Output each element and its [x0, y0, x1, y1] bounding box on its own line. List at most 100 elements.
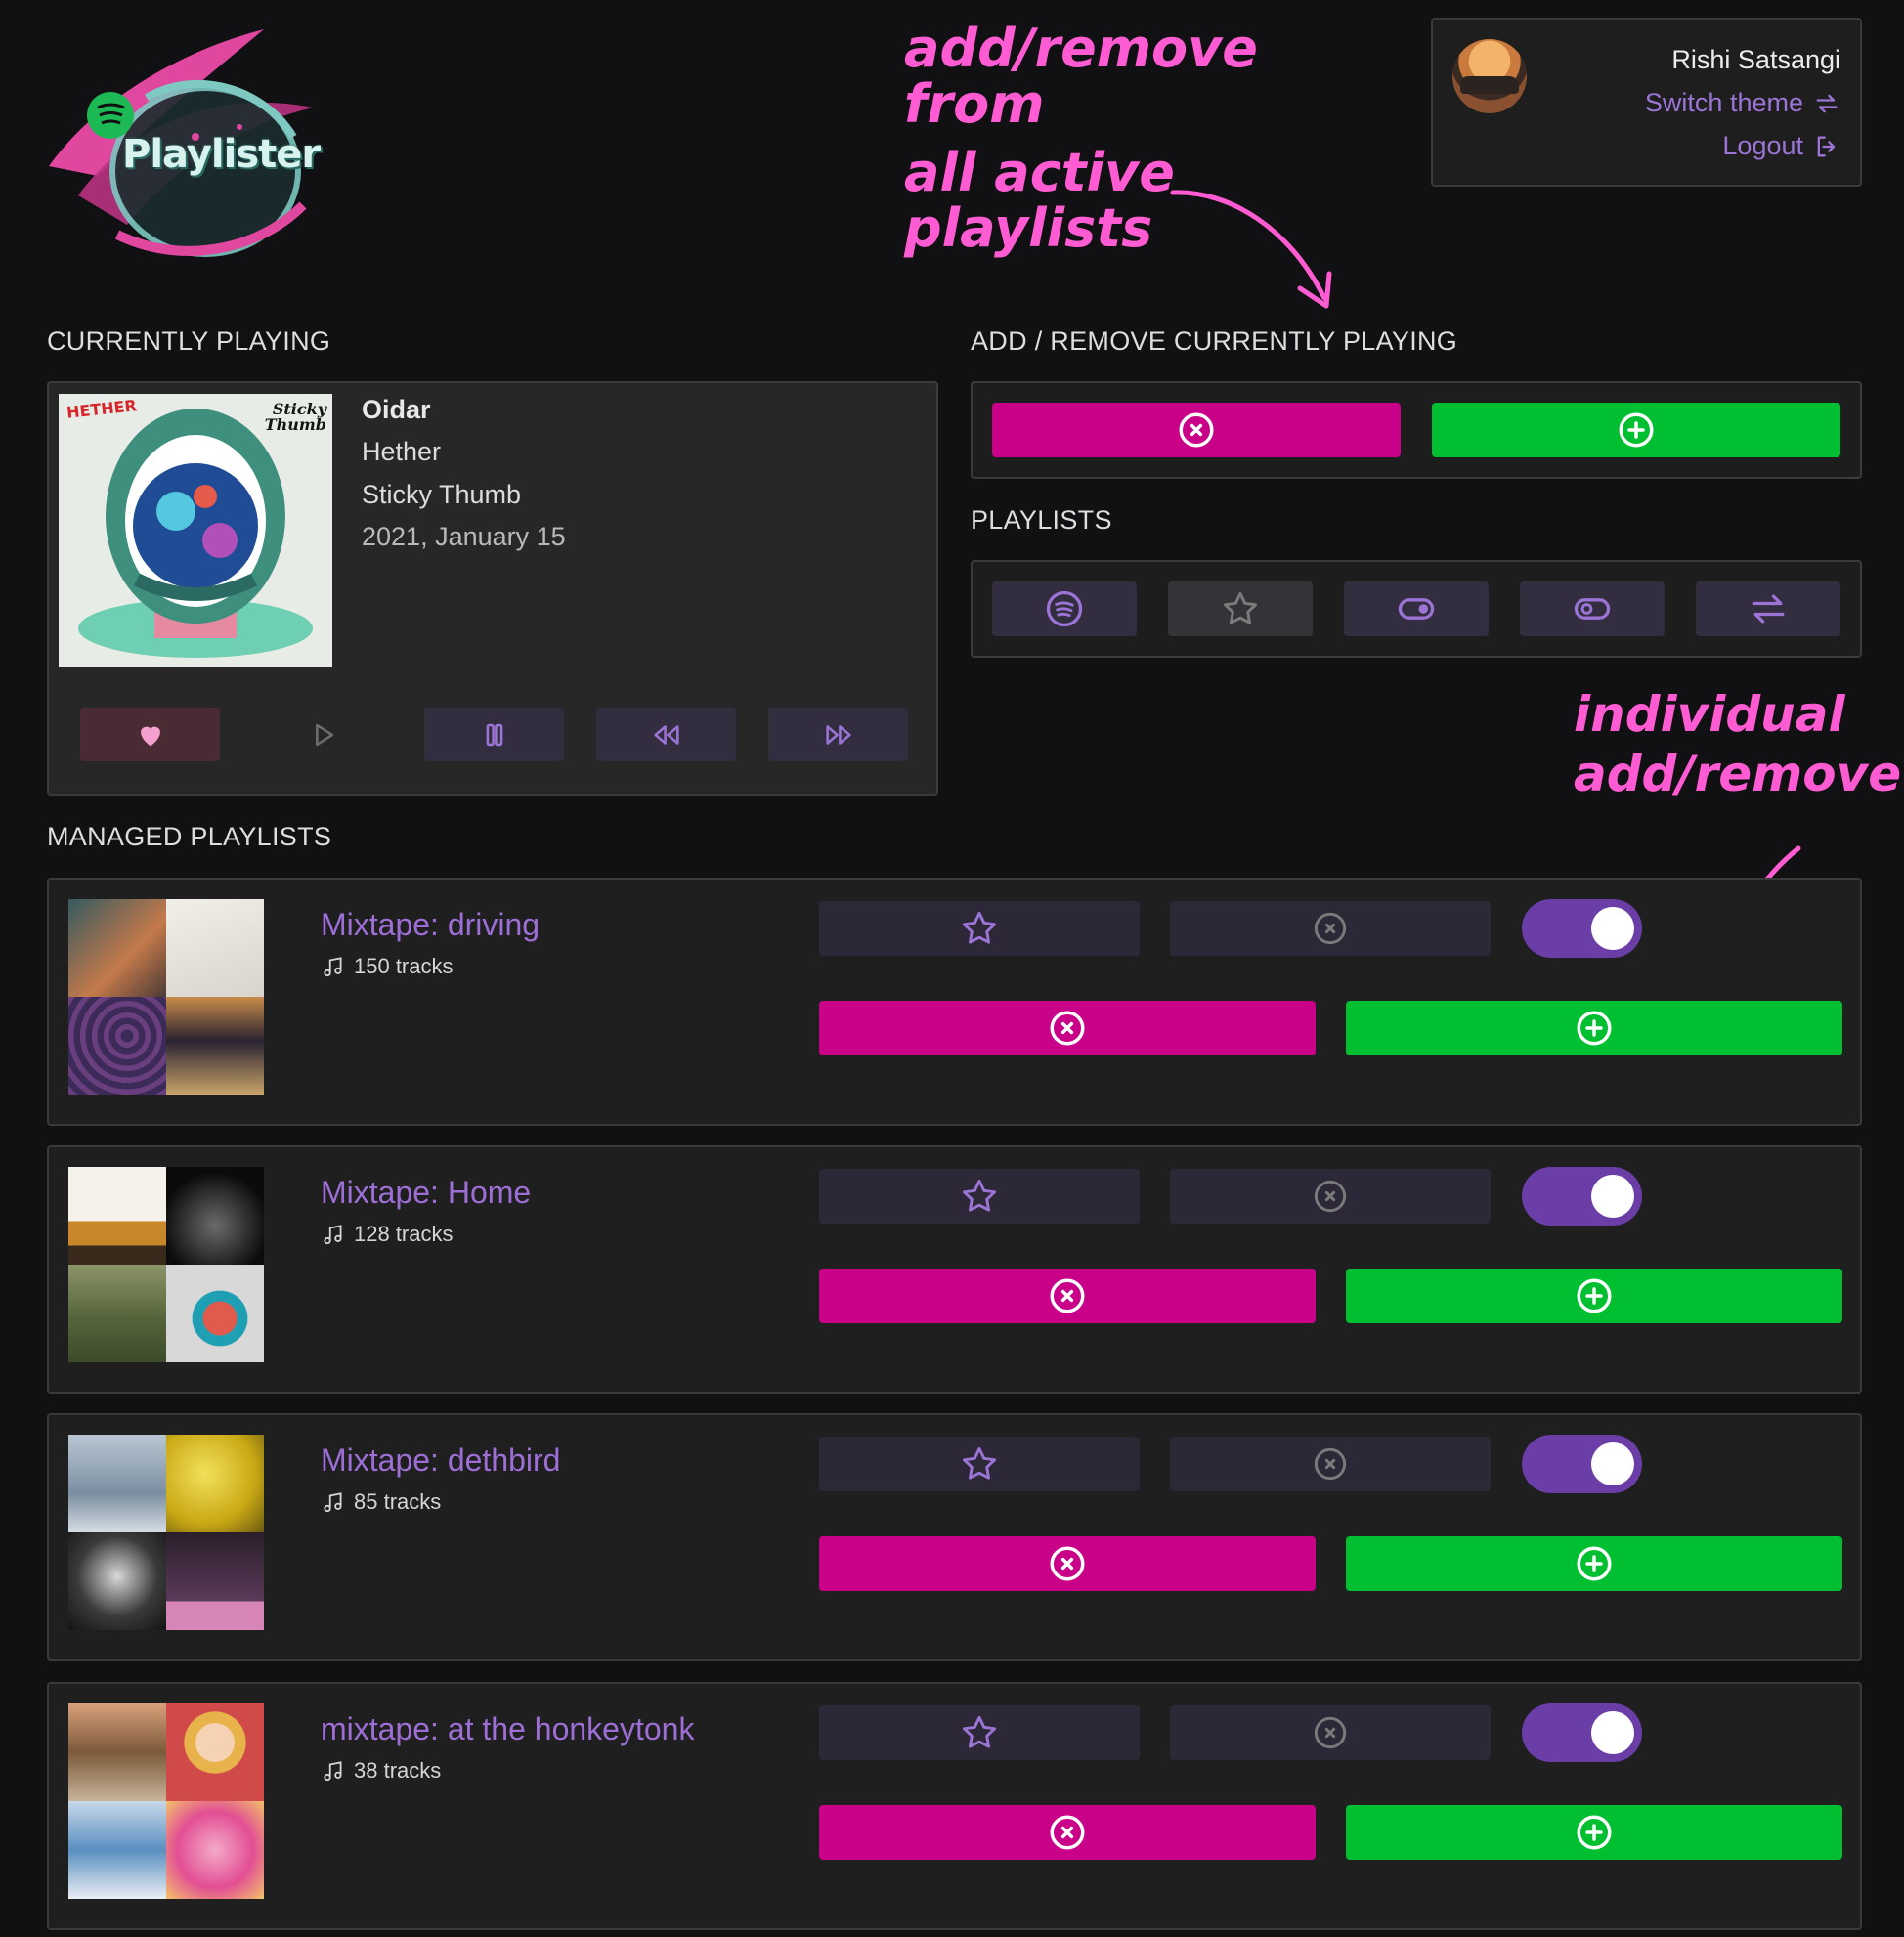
plus-circle-icon: [1619, 412, 1654, 448]
music-note-icon: [324, 1225, 342, 1245]
logout-link[interactable]: Logout: [1722, 131, 1840, 161]
logout-icon: [1817, 136, 1836, 156]
heart-icon: [140, 726, 160, 746]
active-toggle[interactable]: [1522, 899, 1642, 958]
playlist-cover-mosaic: [68, 1167, 264, 1362]
logout-label: Logout: [1722, 131, 1803, 160]
active-toggle[interactable]: [1522, 1435, 1642, 1493]
close-circle-icon: [1314, 1180, 1347, 1213]
toggle-knob: [1591, 1175, 1634, 1218]
favorites-filter-button[interactable]: [1168, 581, 1313, 636]
track-count: 128 tracks: [321, 1222, 454, 1247]
user-card: Rishi Satsangi Switch theme Logout: [1431, 18, 1862, 187]
section-title-managed-playlists: MANAGED PLAYLISTS: [47, 822, 332, 851]
annotation-line: individual: [1574, 686, 1845, 743]
play-icon: [315, 723, 333, 746]
remove-track-button[interactable]: [819, 1269, 1316, 1323]
close-circle-icon: [1314, 912, 1347, 945]
fast-forward-icon: [825, 724, 851, 745]
add-track-button[interactable]: [1346, 1269, 1842, 1323]
remove-playlist-button[interactable]: [1170, 1705, 1491, 1760]
pause-icon: [486, 723, 502, 746]
track-title: Oidar: [362, 395, 431, 424]
switch-theme-label: Switch theme: [1644, 88, 1803, 117]
playlist-card: Mixtape: dethbird 85 tracks: [47, 1413, 1862, 1661]
favorite-button[interactable]: [819, 1705, 1140, 1760]
music-note-icon: [324, 1492, 342, 1513]
remove-track-button[interactable]: [819, 1536, 1316, 1591]
section-title-playlists: PLAYLISTS: [971, 505, 1112, 535]
favorite-button[interactable]: [819, 1169, 1140, 1224]
playlister-logo: Playlister: [39, 10, 332, 283]
annotation-individual: individual add/remove: [1574, 686, 1902, 802]
music-note-icon: [324, 1761, 342, 1782]
close-circle-icon: [1314, 1447, 1347, 1481]
playlist-card: Mixtape: Home 128 tracks: [47, 1145, 1862, 1394]
pause-button[interactable]: [424, 708, 564, 761]
active-filter-button[interactable]: [1344, 581, 1489, 636]
like-button[interactable]: [80, 708, 220, 761]
now-playing-card: HETHER Sticky Thumb Oidar Hether Sticky …: [47, 381, 938, 796]
playlist-cover-mosaic: [68, 1435, 264, 1630]
add-track-button[interactable]: [1346, 1536, 1842, 1591]
album-cover: HETHER Sticky Thumb: [59, 394, 332, 667]
close-circle-icon: [1050, 1815, 1085, 1850]
star-icon: [962, 1446, 997, 1480]
remove-playlist-button[interactable]: [1170, 1437, 1491, 1491]
star-icon: [962, 1179, 997, 1212]
playlist-name[interactable]: Mixtape: driving: [321, 907, 540, 943]
playlist-name[interactable]: Mixtape: dethbird: [321, 1442, 560, 1479]
avatar[interactable]: [1452, 39, 1527, 113]
track-count-label: 38 tracks: [354, 1758, 442, 1783]
remove-track-button[interactable]: [819, 1805, 1316, 1860]
plus-circle-icon: [1577, 1815, 1612, 1850]
annotation-line: add/remove from: [904, 18, 1258, 135]
playlist-name[interactable]: Mixtape: Home: [321, 1175, 531, 1211]
add-to-all-button[interactable]: [1432, 403, 1840, 457]
playlist-card: mixtape: at the honkeytonk 38 tracks: [47, 1682, 1862, 1930]
playlist-cover-mosaic: [68, 899, 264, 1095]
music-note-icon: [324, 957, 342, 977]
inactive-filter-button[interactable]: [1520, 581, 1665, 636]
remove-from-all-button[interactable]: [992, 403, 1401, 457]
plus-circle-icon: [1577, 1546, 1612, 1581]
toggle-knob: [1591, 1442, 1634, 1485]
fast-forward-button[interactable]: [768, 708, 908, 761]
section-title-currently-playing: CURRENTLY PLAYING: [47, 326, 331, 356]
toggle-off-icon: [1574, 598, 1611, 620]
track-count: 150 tracks: [321, 954, 454, 979]
album-cover-art: [59, 394, 332, 667]
playlist-name[interactable]: mixtape: at the honkeytonk: [321, 1711, 694, 1747]
active-toggle[interactable]: [1522, 1167, 1642, 1226]
remove-track-button[interactable]: [819, 1001, 1316, 1055]
track-count: 38 tracks: [321, 1758, 441, 1784]
plus-circle-icon: [1577, 1011, 1612, 1046]
add-track-button[interactable]: [1346, 1805, 1842, 1860]
section-title-add-remove: ADD / REMOVE CURRENTLY PLAYING: [971, 326, 1458, 356]
toggle-knob: [1591, 907, 1634, 950]
active-toggle[interactable]: [1522, 1703, 1642, 1762]
annotation-line: add/remove: [1574, 745, 1902, 802]
play-button[interactable]: [252, 708, 392, 761]
close-circle-icon: [1050, 1546, 1085, 1581]
add-remove-card: [971, 381, 1862, 479]
swap-arrows-icon: [1752, 594, 1785, 624]
spotify-filter-button[interactable]: [992, 581, 1137, 636]
favorite-button[interactable]: [819, 901, 1140, 956]
annotation-arrow: [1170, 190, 1332, 309]
star-icon: [962, 1715, 997, 1748]
add-track-button[interactable]: [1346, 1001, 1842, 1055]
favorite-button[interactable]: [819, 1437, 1140, 1491]
toggle-knob: [1591, 1711, 1634, 1754]
remove-playlist-button[interactable]: [1170, 1169, 1491, 1224]
rewind-icon: [653, 724, 679, 745]
close-circle-icon: [1179, 412, 1214, 448]
remove-playlist-button[interactable]: [1170, 901, 1491, 956]
plus-circle-icon: [1577, 1278, 1612, 1313]
cover-text: Sticky Thumb: [264, 400, 326, 434]
rewind-button[interactable]: [596, 708, 736, 761]
close-circle-icon: [1314, 1716, 1347, 1749]
switch-theme-link[interactable]: Switch theme: [1645, 88, 1840, 118]
logo-text: Playlister: [122, 132, 321, 177]
swap-filter-button[interactable]: [1696, 581, 1840, 636]
